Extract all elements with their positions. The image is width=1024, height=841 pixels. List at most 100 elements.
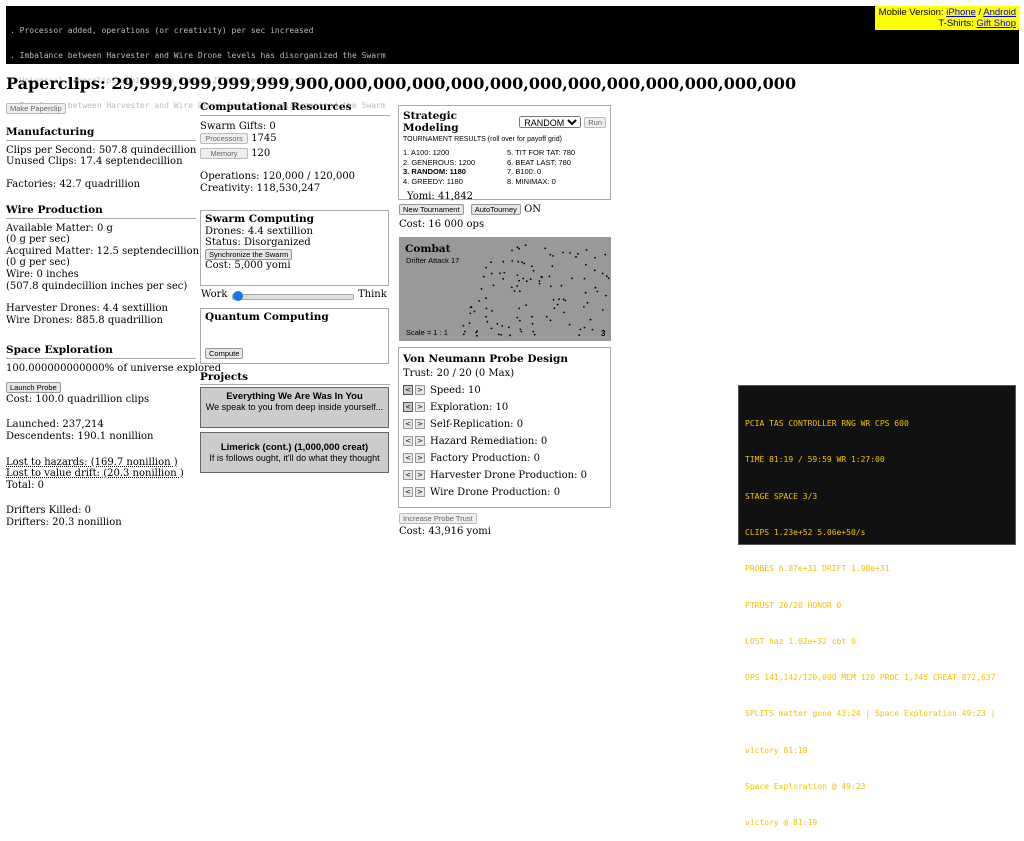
probe-cost: Cost: 100.0 quadrillion clips	[6, 393, 150, 405]
probe-row-self-replication: < > Self-Replication: 0	[403, 416, 606, 433]
tournament-results-grid[interactable]: 1. A100: 1200 2. GENEROUS: 1200 3. RANDO…	[403, 148, 606, 186]
strategic-modeling-heading: Strategic Modeling	[403, 110, 459, 134]
combat-panel: Combat Drifter Attack 17 Scale = 1 : 1 3	[399, 237, 611, 341]
increase-probe-trust-button[interactable]: Increase Probe Trust	[399, 513, 477, 524]
drifter-dot	[558, 298, 560, 301]
new-tournament-button[interactable]: New Tournament	[399, 204, 464, 215]
add-processor-button[interactable]: Processors	[200, 133, 248, 145]
lower-hazard-button[interactable]: <	[403, 436, 413, 447]
yomi: Yomi: 41,842	[407, 191, 473, 203]
swarm-drones: Drones: 4.4 sextillion	[205, 225, 313, 237]
probe-row-speed: < > Speed: 10	[403, 382, 606, 399]
drifter-dot	[511, 260, 514, 262]
project-everything-we-are[interactable]: Everything We Are Was In You We speak to…	[200, 387, 389, 428]
raise-self-replication-button[interactable]: >	[415, 419, 425, 430]
wire-amount: Wire: 0 inches	[6, 268, 79, 280]
drifter-dot	[525, 304, 527, 306]
space-exploration-heading: Space Exploration	[6, 344, 196, 359]
projects-heading: Projects	[200, 371, 390, 385]
raise-speed-button[interactable]: >	[415, 385, 425, 396]
drifter-dot	[563, 311, 565, 314]
result-entry: 6. BEAT LAST: 780	[507, 157, 571, 167]
drifter-dot	[548, 275, 551, 278]
strategy-select[interactable]: RANDOM	[519, 116, 582, 128]
probe-stat: Factory Production: 0	[430, 452, 541, 464]
wire-rate: (507.8 quindecillion inches per sec)	[6, 280, 188, 292]
drifter-dot	[511, 249, 513, 252]
make-paperclip-button[interactable]: Make Paperclip	[6, 103, 66, 114]
gift-shop-link[interactable]: Gift Shop	[976, 18, 1016, 29]
drifter-dot	[492, 284, 495, 287]
probe-row-wire-drone-production: < > Wire Drone Production: 0	[403, 484, 606, 501]
drifter-dot	[517, 260, 520, 263]
drifter-dot	[605, 294, 607, 297]
tshirts-label: T-Shirts:	[938, 18, 974, 29]
drifter-dot	[520, 330, 523, 333]
drifter-dot	[516, 274, 519, 276]
raise-wire-drone-button[interactable]: >	[415, 487, 425, 498]
drifter-dot	[485, 266, 487, 269]
drifter-dot	[518, 307, 521, 310]
synchronize-swarm-button[interactable]: Synchronize the Swarm	[205, 248, 293, 260]
project-description: If is follows ought, it'll do what they …	[209, 453, 380, 463]
work-think-slider[interactable]	[232, 291, 354, 301]
launch-probe-button[interactable]: Launch Probe	[6, 382, 61, 394]
project-description: We speak to you from deep inside yoursel…	[205, 402, 384, 412]
add-memory-button[interactable]: Memory	[200, 147, 248, 159]
raise-harvester-button[interactable]: >	[415, 470, 425, 481]
drifter-dot	[553, 307, 556, 310]
drifter-dot	[490, 272, 493, 275]
slider-thumb[interactable]	[233, 291, 243, 301]
drifter-dot	[584, 291, 587, 294]
hud-line: PROBES 6.87e+31 DRIFT 1.98e+31	[745, 564, 890, 574]
drifter-dot	[562, 298, 565, 301]
android-link[interactable]: Android	[983, 7, 1016, 18]
auto-tourney-button[interactable]: AutoTourney	[470, 204, 521, 215]
hud-line: SPLITS matter gone 43:24 | Space Explora…	[745, 709, 996, 719]
drifter-dot	[545, 315, 548, 318]
lower-exploration-button[interactable]: <	[403, 402, 413, 413]
lower-self-replication-button[interactable]: <	[403, 419, 413, 430]
lower-harvester-button[interactable]: <	[403, 470, 413, 481]
project-title: Limerick (cont.) (1,000,000 creat)	[220, 442, 369, 453]
sync-cost: Cost: 5,000 yomi	[205, 260, 291, 272]
drifter-dot	[524, 244, 527, 247]
drifter-dot	[538, 282, 541, 285]
result-entry: 5. TIT FOR TAT: 780	[507, 148, 576, 158]
drifter-dot	[470, 306, 473, 308]
swarm-computing-panel: Swarm Computing Drones: 4.4 sextillion S…	[200, 210, 389, 286]
drifter-dot	[594, 256, 596, 259]
drifter-dot	[596, 290, 599, 293]
lower-factory-button[interactable]: <	[403, 453, 413, 464]
auto-tourney-state: ON	[524, 204, 542, 215]
raise-hazard-button[interactable]: >	[415, 436, 425, 447]
probes-launched: Launched: 237,214	[6, 419, 104, 431]
manufacturing-section: Manufacturing Clips per Second: 507.8 qu…	[6, 126, 196, 190]
hud-line: LOST haz 1.02e+32 cbt 0	[745, 636, 856, 646]
run-button[interactable]: Run	[584, 116, 606, 128]
project-limerick[interactable]: Limerick (cont.) (1,000,000 creat) If is…	[200, 432, 389, 473]
hud-line: PCIA TAS CONTROLLER RNG WR CPS 600	[745, 419, 909, 429]
lower-speed-button[interactable]: <	[403, 385, 413, 396]
drifter-dot	[569, 252, 571, 254]
work-think-slider-row: Work Think	[200, 289, 390, 303]
compute-button[interactable]: Compute	[205, 348, 244, 359]
iphone-link[interactable]: iPhone	[946, 7, 976, 18]
probe-stat: Harvester Drone Production: 0	[430, 469, 587, 481]
lower-wire-drone-button[interactable]: <	[403, 487, 413, 498]
quantum-computing-heading: Quantum Computing	[205, 311, 329, 323]
drifter-dot	[513, 290, 516, 292]
raise-exploration-button[interactable]: >	[415, 402, 425, 413]
drifter-dot	[586, 301, 589, 304]
drifter-dot	[544, 247, 546, 250]
think-label: Think	[358, 289, 387, 300]
drifter-field	[462, 244, 610, 337]
drifter-dot	[568, 323, 571, 326]
probe-row-factory-production: < > Factory Production: 0	[403, 450, 606, 467]
drifter-dot	[510, 286, 513, 289]
drifter-dot	[518, 279, 520, 282]
raise-factory-button[interactable]: >	[415, 453, 425, 464]
drifter-dot	[564, 299, 567, 302]
increase-trust-wrapper: Increase Probe Trust	[399, 513, 477, 524]
probe-stat: Self-Replication: 0	[430, 418, 524, 430]
